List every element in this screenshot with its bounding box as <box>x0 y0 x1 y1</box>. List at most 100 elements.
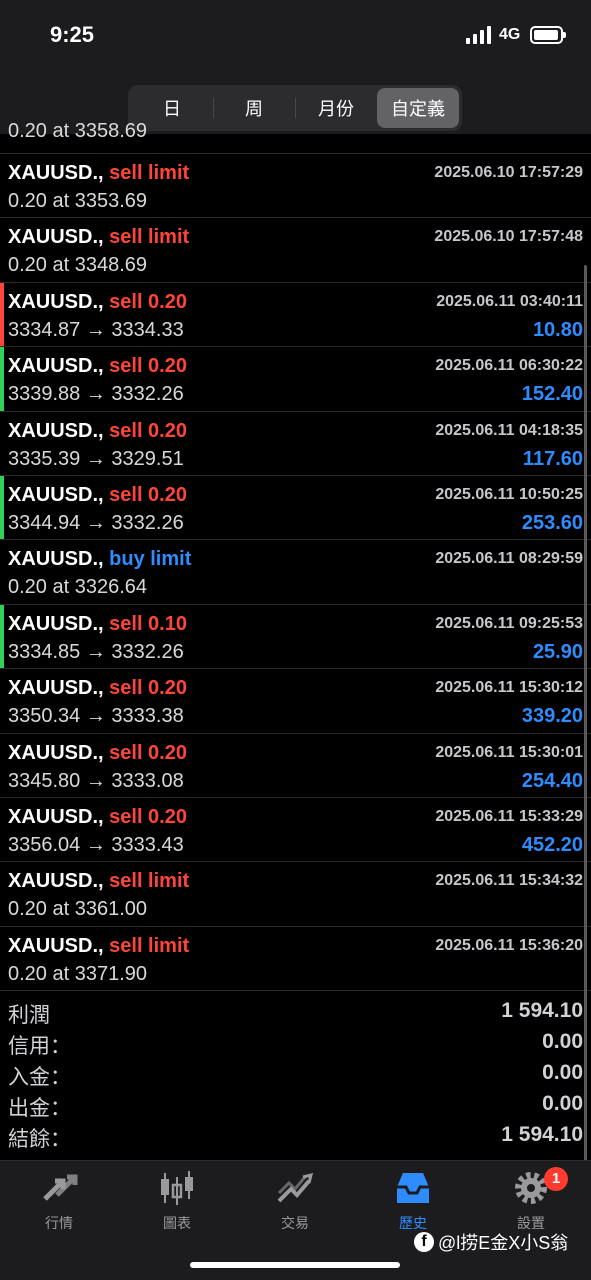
order-detail: 0.20 at 3371.90 <box>8 962 148 985</box>
profit-value: 254.40 <box>521 769 583 792</box>
tab-trade[interactable]: 交易 <box>236 1169 354 1239</box>
list-item[interactable]: XAUUSD., sell 0.20 2025.06.11 03:40:11 333… <box>0 282 591 348</box>
quotes-arrows-icon <box>43 1174 78 1201</box>
order-detail: 3334.85 → 3332.26 <box>8 640 184 663</box>
symbol: XAUUSD., <box>8 805 104 828</box>
order-time: 2025.06.11 15:30:01 <box>435 743 583 761</box>
facebook-icon: f <box>414 1232 434 1252</box>
result-bar <box>0 282 4 347</box>
result-bar <box>0 154 4 217</box>
tab-label: 行情 <box>45 1215 73 1231</box>
symbol: XAUUSD., <box>8 290 104 313</box>
list-item[interactable]: XAUUSD., sell limit 2025.06.10 17:57:29 0.… <box>0 154 591 219</box>
order-type: sell 0.20 <box>109 677 187 700</box>
profit-value: 339.20 <box>521 705 583 728</box>
list-item[interactable]: XAUUSD., buy limit 2025.06.11 08:29:59 0.2… <box>0 540 591 605</box>
order-title: XAUUSD., sell 0.20 <box>8 420 187 443</box>
order-detail: 3356.04 → 3333.43 <box>8 833 184 856</box>
list-item[interactable]: XAUUSD., sell 0.20 2025.06.11 15:30:12 335… <box>0 669 591 734</box>
battery-icon <box>530 26 566 44</box>
order-time: 2025.06.11 15:33:29 <box>435 807 583 825</box>
candlestick-chart-icon <box>161 1171 193 1205</box>
settings-badge: 1 <box>544 1167 568 1191</box>
order-title: XAUUSD., sell limit <box>8 226 189 249</box>
symbol: XAUUSD., <box>8 741 104 764</box>
order-type: sell 0.20 <box>109 290 187 313</box>
order-detail: 3344.94 → 3332.26 <box>8 511 184 534</box>
result-bar <box>0 347 4 411</box>
list-item[interactable]: XAUUSD., sell limit 2025.06.11 15:36:20 0.… <box>0 927 591 992</box>
symbol: XAUUSD., <box>8 934 104 957</box>
list-item[interactable]: XAUUSD., sell 0.20 2025.06.11 15:30:01 334… <box>0 734 591 798</box>
list-item[interactable]: XAUUSD., sell 0.20 2025.06.11 06:30:22 333… <box>0 347 591 412</box>
summary-value: 1 594.10 <box>501 1123 583 1146</box>
symbol: XAUUSD., <box>8 226 104 249</box>
order-time: 2025.06.11 09:25:53 <box>435 614 583 632</box>
symbol: XAUUSD., <box>8 483 104 506</box>
history-list[interactable]: 0.20 at 3358.69 XAUUSD., sell limit 2025.… <box>0 122 591 992</box>
order-time: 2025.06.11 08:29:59 <box>435 550 583 568</box>
list-item[interactable]: XAUUSD., sell 0.20 2025.06.11 15:33:29 335… <box>0 798 591 863</box>
order-type: sell limit <box>109 226 190 249</box>
result-bar <box>0 540 4 603</box>
home-indicator[interactable] <box>190 1262 400 1268</box>
order-time: 2025.06.11 04:18:35 <box>435 421 583 439</box>
order-type: sell 0.20 <box>109 355 187 378</box>
order-detail: 3345.80 → 3333.08 <box>8 769 184 792</box>
order-detail: 3334.87 → 3334.33 <box>8 318 184 341</box>
result-bar <box>0 604 4 669</box>
order-detail: 3335.39 → 3329.51 <box>8 447 184 470</box>
result-bar <box>0 927 4 990</box>
order-detail: 0.20 at 3358.69 <box>8 122 148 142</box>
tab-label: 圖表 <box>163 1215 191 1231</box>
summary-value: 1 594.10 <box>501 999 583 1022</box>
order-title: XAUUSD., sell 0.20 <box>8 677 187 700</box>
profit-value: 253.60 <box>521 511 583 534</box>
list-item[interactable]: XAUUSD., sell 0.20 2025.06.11 10:50:25 334… <box>0 475 591 541</box>
order-title: XAUUSD., sell 0.20 <box>8 484 187 507</box>
order-time: 2025.06.11 15:36:20 <box>435 936 583 954</box>
summary-label: 信用： <box>8 1035 71 1058</box>
order-type: sell limit <box>109 934 190 957</box>
symbol: XAUUSD., <box>8 162 104 184</box>
list-item[interactable]: XAUUSD., sell limit 2025.06.10 17:57:48 0.… <box>0 218 591 283</box>
summary-value: 0.00 <box>542 1092 583 1115</box>
result-bar <box>0 669 4 732</box>
order-type: sell limit <box>109 162 190 184</box>
list-item[interactable]: XAUUSD., sell limit 2025.06.11 15:34:32 0.… <box>0 862 591 927</box>
list-item[interactable]: XAUUSD., sell 0.10 2025.06.11 09:25:53 333… <box>0 604 591 670</box>
summary-row: 信用： 0.00 <box>0 1028 591 1059</box>
tab-label: 交易 <box>281 1215 309 1231</box>
order-time: 2025.06.11 15:34:32 <box>435 872 583 890</box>
cellular-signal-icon <box>466 26 492 44</box>
tab-chart[interactable]: 圖表 <box>118 1169 236 1239</box>
order-detail: 3339.88 → 3332.26 <box>8 383 184 406</box>
order-time: 2025.06.11 06:30:22 <box>435 357 583 375</box>
order-title: XAUUSD., sell 0.20 <box>8 291 187 314</box>
profit-value: 452.20 <box>521 833 583 856</box>
symbol: XAUUSD., <box>8 612 104 635</box>
order-title: XAUUSD., sell limit <box>8 162 189 185</box>
list-item[interactable]: XAUUSD., sell 0.20 2025.06.11 04:18:35 333… <box>0 412 591 476</box>
summary-row: 入金： 0.00 <box>0 1059 591 1090</box>
order-type: sell 0.20 <box>109 805 187 828</box>
status-bar: 9:25 4G <box>0 0 591 74</box>
order-detail: 0.20 at 3353.69 <box>8 190 148 212</box>
summary-row: 出金： 0.00 <box>0 1090 591 1121</box>
order-detail: 3350.34 → 3333.38 <box>8 705 184 728</box>
watermark-text: @l捞E金X小S翁 <box>438 1233 569 1253</box>
order-time: 2025.06.11 10:50:25 <box>435 485 583 503</box>
order-time: 2025.06.11 03:40:11 <box>436 292 583 310</box>
result-bar <box>0 218 4 281</box>
profit-value: 25.90 <box>532 640 583 663</box>
symbol: XAUUSD., <box>8 355 104 378</box>
list-item[interactable]: 0.20 at 3358.69 <box>0 122 591 154</box>
summary-row: 利潤 1 594.10 <box>0 997 591 1028</box>
summary-label: 入金： <box>8 1066 71 1089</box>
result-bar <box>0 475 4 540</box>
result-bar <box>0 798 4 861</box>
order-title: XAUUSD., sell limit <box>8 870 189 893</box>
tab-quotes[interactable]: 行情 <box>0 1169 118 1239</box>
profit-value: 152.40 <box>521 383 583 406</box>
network-type: 4G <box>499 26 521 43</box>
